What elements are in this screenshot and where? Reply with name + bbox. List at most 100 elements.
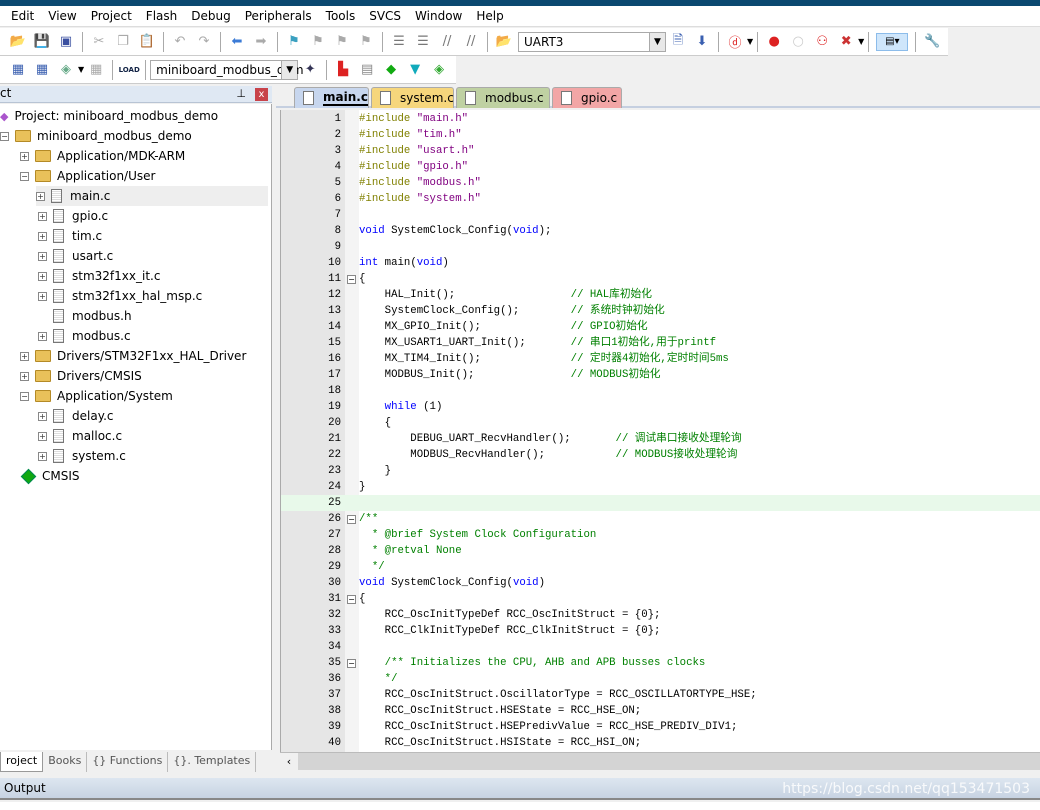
tree-item[interactable]: + system.c <box>38 446 126 466</box>
find-combo[interactable]: UART3 ▼ <box>518 31 666 52</box>
expand-icon[interactable]: + <box>20 351 29 361</box>
code-editor[interactable]: 1 #include "main.h" 2 #include "tim.h" 3 #inc… <box>280 110 1040 752</box>
breakpoint-icon[interactable]: ● <box>765 33 783 51</box>
expand-icon[interactable]: + <box>20 371 29 381</box>
menu-view[interactable]: View <box>41 9 83 23</box>
close-icon[interactable]: x <box>255 88 268 101</box>
find-icon[interactable]: 🗎 <box>669 33 687 51</box>
find-in-files-icon[interactable]: 📂 <box>495 33 513 51</box>
tree-item[interactable]: + delay.c <box>38 406 114 426</box>
expand-icon[interactable]: + <box>38 331 47 341</box>
tree-item[interactable]: + stm32f1xx_it.c <box>38 266 160 286</box>
expand-icon[interactable]: + <box>36 191 45 201</box>
fold-toggle-icon[interactable]: − <box>347 595 356 604</box>
tree-item[interactable]: + tim.c <box>38 226 102 246</box>
uncomment-icon[interactable]: // <box>462 33 480 51</box>
select-software-packs-icon[interactable]: ▼ <box>406 61 424 79</box>
debug-session-icon[interactable]: ⓓ <box>726 33 744 51</box>
horizontal-scrollbar[interactable]: ‹ <box>280 752 1040 770</box>
tree-item[interactable]: ◆ Project: miniboard_modbus_demo <box>0 106 218 126</box>
prev-bookmark-icon[interactable]: ⚑ <box>309 33 327 51</box>
stop-build-icon[interactable]: ▦ <box>87 61 105 79</box>
run-time-environment-icon[interactable]: ◈ <box>430 61 448 79</box>
expand-icon[interactable]: + <box>38 231 47 241</box>
chevron-down-icon[interactable]: ▼ <box>281 60 298 79</box>
tree-item[interactable]: − Application/System <box>20 386 173 406</box>
expand-icon[interactable]: + <box>38 251 47 261</box>
tab-system-c[interactable]: system.c <box>371 87 454 108</box>
next-bookmark-icon[interactable]: ⚑ <box>333 33 351 51</box>
tab-main-c[interactable]: main.c <box>294 87 369 108</box>
rebuild-icon[interactable]: ◈ <box>57 61 75 79</box>
tree-item[interactable]: + main.c <box>36 186 268 206</box>
expand-icon[interactable]: + <box>20 151 29 161</box>
tree-item[interactable]: + Drivers/CMSIS <box>20 366 142 386</box>
panel-tab-0[interactable]: roject <box>0 752 44 772</box>
tree-item[interactable]: + stm32f1xx_hal_msp.c <box>38 286 202 306</box>
chevron-down-icon[interactable]: ▼ <box>649 32 665 51</box>
paste-icon[interactable]: 📋 <box>138 33 156 51</box>
menu-peripherals[interactable]: Peripherals <box>238 9 319 23</box>
redo-icon[interactable]: ↷ <box>195 33 213 51</box>
menu-svcs[interactable]: SVCS <box>362 9 408 23</box>
pack-installer-icon[interactable]: ◆ <box>382 61 400 79</box>
comment-icon[interactable]: // <box>438 33 456 51</box>
tree-item[interactable]: − miniboard_modbus_demo <box>0 126 192 146</box>
disable-breakpoint-icon[interactable]: ○ <box>789 33 807 51</box>
kill-breakpoints-icon[interactable]: ✖ <box>837 33 855 51</box>
bookmark-icon[interactable]: ⚑ <box>285 33 303 51</box>
panel-tab-3[interactable]: {}. Templates <box>168 752 257 772</box>
tree-item[interactable]: + malloc.c <box>38 426 122 446</box>
window-layout-icon[interactable]: ▤▾ <box>876 32 909 51</box>
scroll-left-icon[interactable]: ‹ <box>280 753 298 770</box>
menu-edit[interactable]: Edit <box>4 9 41 23</box>
tree-item[interactable]: + gpio.c <box>38 206 108 226</box>
tree-item[interactable]: + usart.c <box>38 246 113 266</box>
tree-item[interactable]: CMSIS <box>20 466 80 486</box>
menu-flash[interactable]: Flash <box>139 9 184 23</box>
load-download-icon[interactable]: LOAD <box>119 61 140 79</box>
undo-icon[interactable]: ↶ <box>171 33 189 51</box>
manage-project-items-icon[interactable]: ▤ <box>358 61 376 79</box>
target-options-wand-icon[interactable]: ✦ <box>301 61 319 79</box>
menu-window[interactable]: Window <box>408 9 469 23</box>
pin-icon[interactable]: ⊥ <box>236 87 246 100</box>
tree-item[interactable]: + modbus.c <box>38 326 131 346</box>
panel-tab-2[interactable]: {} Functions <box>87 752 169 772</box>
tree-item[interactable]: modbus.h <box>38 306 132 326</box>
expand-icon[interactable]: + <box>38 411 47 421</box>
expand-icon[interactable]: + <box>38 271 47 281</box>
copy-icon[interactable]: ❐ <box>114 33 132 51</box>
fold-toggle-icon[interactable]: − <box>347 515 356 524</box>
dropdown-arrow-icon[interactable]: ▼ <box>747 37 753 46</box>
manage-components-icon[interactable]: ▙ <box>334 61 352 79</box>
tab-modbus-c[interactable]: modbus.c <box>456 87 550 108</box>
expand-icon[interactable]: + <box>38 431 47 441</box>
incremental-find-icon[interactable]: ⬇ <box>693 33 711 51</box>
disable-all-breakpoints-icon[interactable]: ⚇ <box>813 33 831 51</box>
cut-icon[interactable]: ✂ <box>90 33 108 51</box>
target-select[interactable]: miniboard_modbus_dem ▼ <box>150 59 304 80</box>
dropdown-arrow-icon[interactable]: ▼ <box>858 37 864 46</box>
clear-bookmarks-icon[interactable]: ⚑ <box>357 33 375 51</box>
menu-tools[interactable]: Tools <box>319 9 363 23</box>
fold-toggle-icon[interactable]: − <box>347 275 356 284</box>
tree-item[interactable]: + Drivers/STM32F1xx_HAL_Driver <box>20 346 246 366</box>
collapse-icon[interactable]: − <box>0 131 9 141</box>
indent-icon[interactable]: ☰ <box>390 33 408 51</box>
save-icon[interactable]: 💾 <box>33 33 51 51</box>
configure-wrench-icon[interactable]: 🔧 <box>923 33 941 51</box>
menu-help[interactable]: Help <box>469 9 510 23</box>
unindent-icon[interactable]: ☰ <box>414 33 432 51</box>
tab-gpio-c[interactable]: gpio.c <box>552 87 622 108</box>
expand-icon[interactable]: + <box>38 211 47 221</box>
dropdown-arrow-icon[interactable]: ▼ <box>78 65 84 74</box>
expand-icon[interactable]: + <box>38 451 47 461</box>
menu-debug[interactable]: Debug <box>184 9 237 23</box>
menu-project[interactable]: Project <box>84 9 139 23</box>
tree-item[interactable]: − Application/User <box>20 166 155 186</box>
forward-icon[interactable]: ➡ <box>252 33 270 51</box>
save-all-icon[interactable]: ▣ <box>57 33 75 51</box>
panel-tab-1[interactable]: Books <box>43 752 88 772</box>
collapse-icon[interactable]: − <box>20 391 29 401</box>
